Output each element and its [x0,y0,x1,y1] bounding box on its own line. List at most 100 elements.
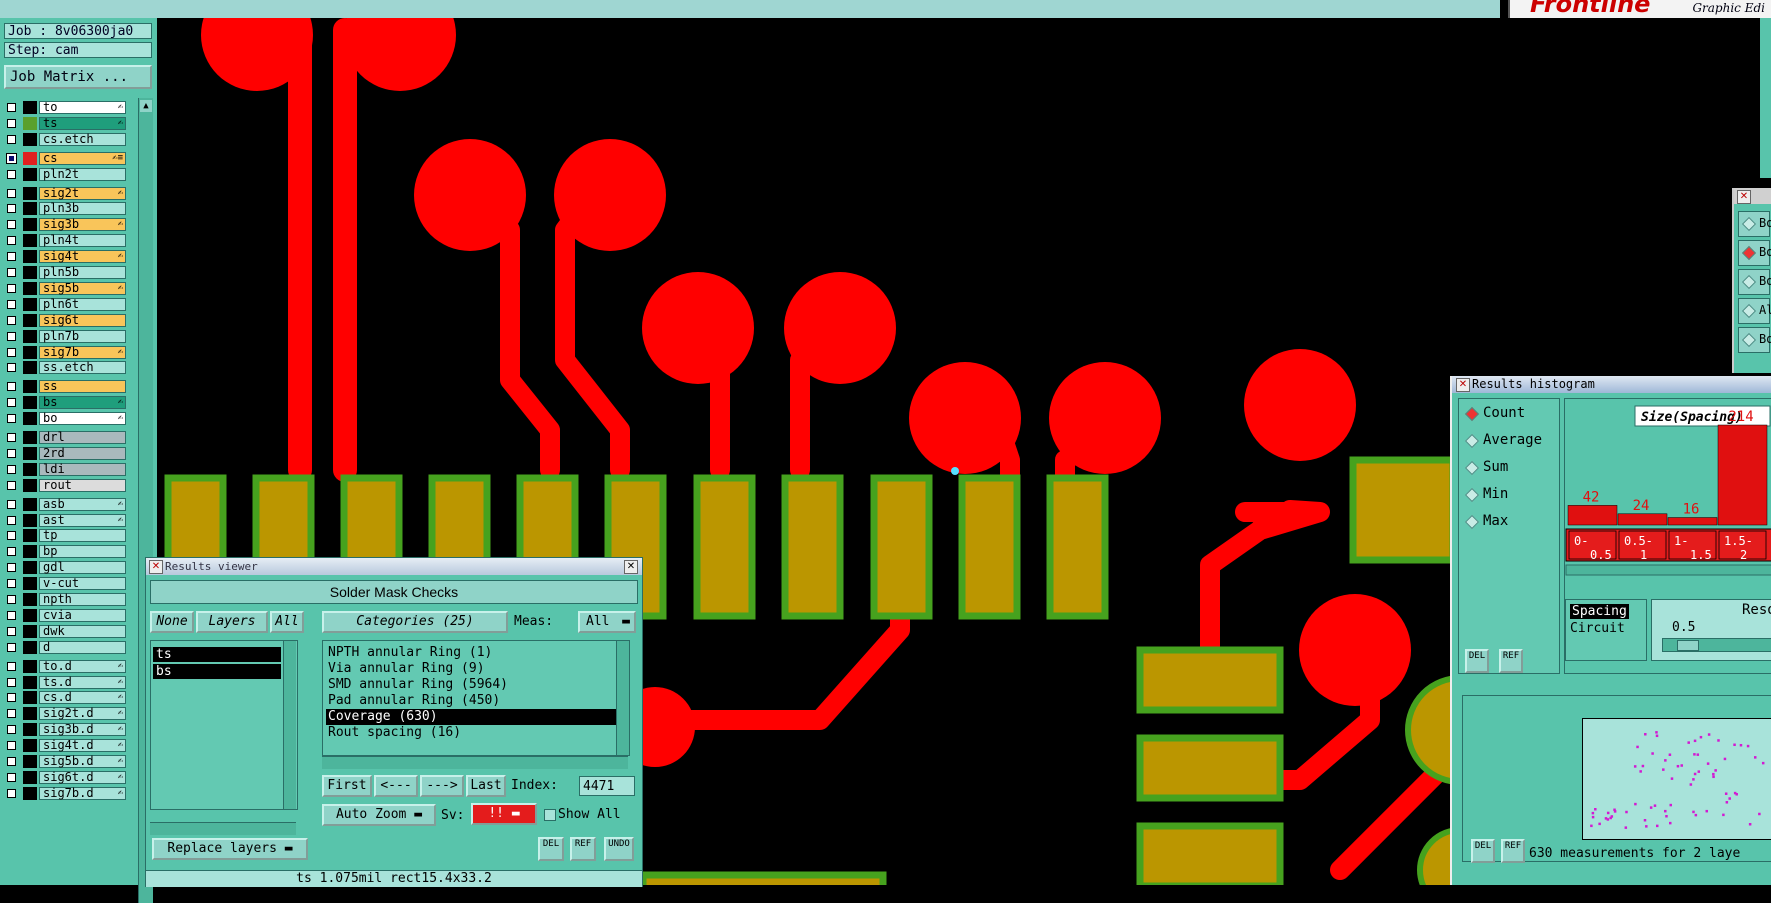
layer-color-swatch[interactable] [23,361,37,375]
layer-name[interactable]: sig7b ✍ [39,345,126,359]
mode-radio-count[interactable]: Count [1464,403,1555,425]
layer-checkbox[interactable] [7,547,16,557]
hist-del-button[interactable]: DEL [1465,649,1489,673]
category-item[interactable]: NPTH annular Ring (1) [326,645,618,661]
radio-diamond-icon[interactable] [1741,332,1757,348]
all-layers-button[interactable]: All [270,611,304,633]
layer-color-swatch[interactable] [23,202,37,216]
layer-color-swatch[interactable] [23,755,37,768]
layer-checkbox[interactable] [7,677,16,687]
layer-name[interactable]: ast ✍ [39,513,126,527]
layer-name[interactable]: rout [39,478,126,492]
layer-color-swatch[interactable] [23,132,37,146]
layer-checkbox[interactable] [7,347,16,357]
layer-color-swatch[interactable] [23,250,37,264]
layer-row-npth[interactable]: npth [4,592,126,607]
layer-row-cs.etch[interactable]: cs.etch [4,132,126,147]
layer-row-sig7b.d[interactable]: sig7b.d ✍ [4,786,126,801]
undo-button[interactable]: UNDO [604,837,634,861]
layer-row-gdl[interactable]: gdl [4,560,126,575]
mode-radio-sum[interactable]: Sum [1464,457,1555,479]
layer-color-swatch[interactable] [23,786,37,800]
layer-color-swatch[interactable] [23,297,37,311]
close-icon[interactable]: ✕ [624,560,638,574]
reso-slider[interactable] [1662,638,1771,652]
layer-color-swatch[interactable] [23,561,37,575]
layer-row-sig5b[interactable]: sig5b ✍ [4,281,126,296]
layer-color-swatch[interactable] [23,313,37,327]
layer-color-swatch[interactable] [23,167,37,181]
layer-row-bo[interactable]: bo ✍ [4,411,126,426]
layer-row-cvia[interactable]: cvia [4,608,126,623]
auto-zoom-dropdown[interactable]: Auto Zoom ▬ [322,804,436,826]
layer-row-pln2t[interactable]: pln2t [4,167,126,182]
category-item[interactable]: Rout spacing (16) [326,725,618,741]
layer-color-swatch[interactable] [23,234,37,248]
layer-checkbox[interactable] [7,499,16,509]
last-button[interactable]: Last [466,775,506,797]
severity-dropdown[interactable]: !! ▬ [471,803,537,825]
layer-checkbox[interactable] [7,315,16,325]
layer-checkbox[interactable] [7,169,16,179]
layer-color-swatch[interactable] [23,329,37,343]
ref-button[interactable]: REF [570,837,596,861]
layer-row-pln3b[interactable]: pln3b [4,201,126,216]
layer-checkbox[interactable] [7,398,16,408]
layers-hscrollbar[interactable] [150,822,296,835]
layer-name[interactable]: sig4t ✍ [39,250,126,264]
layer-checkbox[interactable] [7,626,16,636]
layer-color-swatch[interactable] [23,707,37,721]
layer-color-swatch[interactable] [23,675,37,689]
layer-name[interactable]: sig5b.d ✍ [39,755,126,768]
layer-name[interactable]: cvia [39,608,126,622]
layer-checkbox[interactable] [7,252,16,262]
side-option[interactable]: Bo [1738,269,1771,295]
layer-color-swatch[interactable] [23,345,37,359]
replace-layers-dropdown[interactable]: Replace layers ▬ [152,838,308,860]
layer-checkbox[interactable] [7,220,16,230]
radio-diamond-icon[interactable] [1741,245,1757,261]
layer-checkbox[interactable] [7,772,16,782]
layer-name[interactable]: ts.d ✍ [39,675,126,689]
layer-name[interactable]: tp [39,529,126,543]
layer-checkbox[interactable] [7,299,16,309]
list-item[interactable]: bs [153,664,281,679]
layer-row-ts[interactable]: ts ✍ [4,116,126,131]
window-menu-icon[interactable]: ✕ [149,560,163,574]
hist-ref-button[interactable]: REF [1499,649,1523,673]
close-icon[interactable]: ✕ [1456,378,1470,392]
layer-checkbox[interactable] [7,725,16,735]
layer-color-swatch[interactable] [23,545,37,559]
layer-row-sig6t.d[interactable]: sig6t.d ✍ [4,770,126,785]
layer-checkbox[interactable] [7,236,16,246]
layer-row-ldi[interactable]: ldi [4,462,126,477]
layer-name[interactable]: bo ✍ [39,412,126,426]
layer-checkbox[interactable] [7,610,16,620]
layer-row-to[interactable]: to ✍ [4,100,126,115]
side-option[interactable]: Bo [1738,240,1771,266]
type-spacing[interactable]: Spacing [1570,604,1629,619]
layer-row-dwk[interactable]: dwk [4,624,126,639]
layers-scrollbar[interactable] [283,641,296,809]
layer-name[interactable]: bp [39,545,126,559]
radio-diamond-icon[interactable] [1464,514,1480,530]
layer-name[interactable]: pln7b [39,329,126,343]
layer-row-sig5b.d[interactable]: sig5b.d ✍ [4,754,126,769]
reso-slider-thumb[interactable] [1677,640,1699,651]
layer-checkbox[interactable] [7,103,16,112]
layer-color-swatch[interactable] [23,412,37,426]
categories-scrollbar[interactable] [616,641,629,755]
layer-color-swatch[interactable] [23,691,37,705]
layer-color-swatch[interactable] [23,513,37,527]
layer-name[interactable]: sig6t.d ✍ [39,770,126,784]
layer-name[interactable]: npth [39,593,126,606]
meas-dropdown[interactable]: All ▬ [578,611,636,633]
layer-row-tp[interactable]: tp [4,528,126,543]
layer-name[interactable]: pln4t [39,234,126,248]
radio-diamond-icon[interactable] [1741,303,1757,319]
layer-checkbox[interactable] [7,788,16,798]
layer-row-pln4t[interactable]: pln4t [4,233,126,248]
layer-row-to.d[interactable]: to.d ✍ [4,659,126,674]
layer-color-swatch[interactable] [23,577,37,591]
layer-row-sig2t[interactable]: sig2t ✍ [4,186,126,201]
